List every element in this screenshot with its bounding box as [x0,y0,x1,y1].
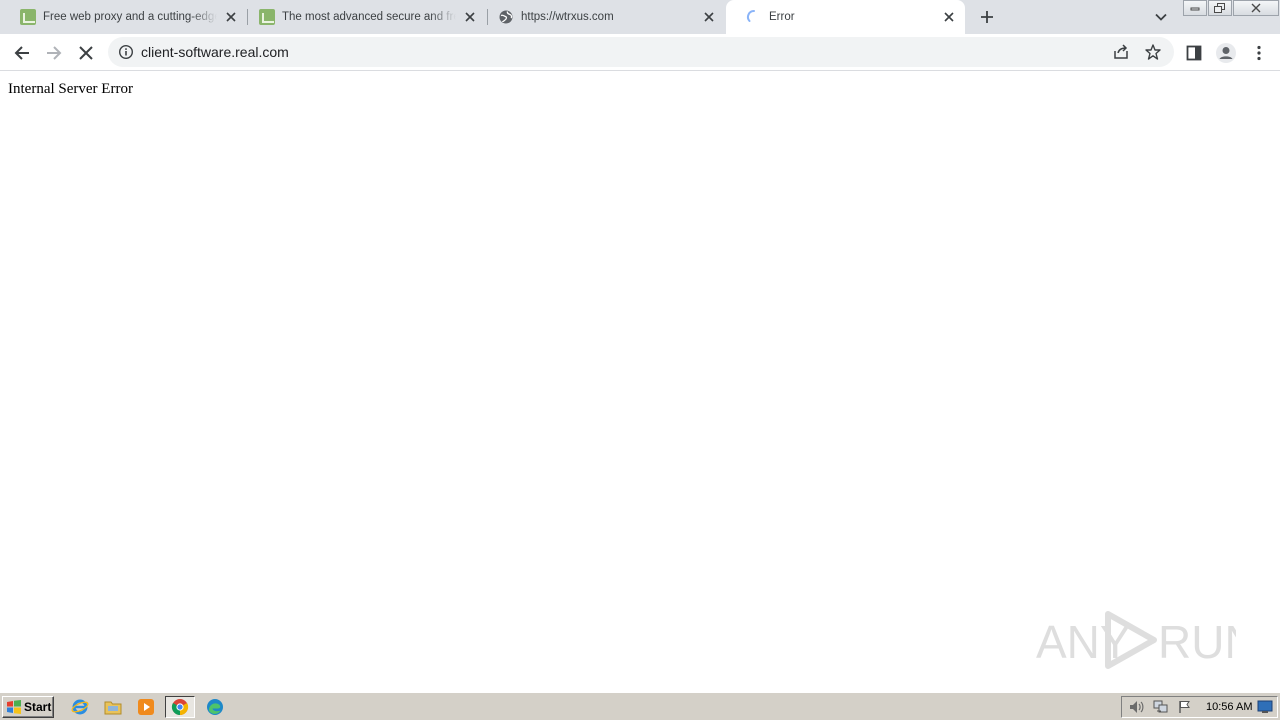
windows-taskbar: Start 10:56 AM [0,692,1280,720]
tab-title: Free web proxy and a cutting-edge online… [43,11,217,23]
file-explorer-icon[interactable] [102,697,124,717]
stop-loading-button[interactable] [73,40,99,66]
volume-icon[interactable] [1128,699,1146,715]
close-tab-icon[interactable] [223,9,239,25]
close-tab-icon[interactable] [701,9,717,25]
watermark-text-right: RUN [1158,616,1236,668]
taskbar-clock[interactable]: 10:56 AM [1206,701,1252,713]
show-desktop-icon[interactable] [1257,700,1273,714]
window-controls [1183,0,1280,17]
side-panel-button[interactable] [1181,40,1207,66]
tab-search-chevron-down-icon[interactable] [1152,8,1170,26]
new-tab-button[interactable] [976,6,998,28]
proxy-site-icon [20,9,36,25]
page-content: Internal Server Error ANY RUN [0,72,1280,692]
system-tray: 10:56 AM [1121,696,1278,718]
share-icon[interactable] [1112,43,1130,61]
start-label: Start [24,700,52,714]
action-center-flag-icon[interactable] [1176,699,1194,715]
anyrun-watermark: ANY RUN [1036,608,1258,672]
tab-proxy-2[interactable]: The most advanced secure and free web pr… [239,0,486,34]
close-tab-icon[interactable] [941,9,957,25]
back-button[interactable] [9,40,35,66]
tab-strip: Free web proxy and a cutting-edge online… [0,0,1280,34]
forward-button[interactable] [41,40,67,66]
edge-icon[interactable] [204,697,226,717]
close-window-button[interactable] [1233,0,1279,16]
windows-logo-icon [6,699,22,715]
address-bar[interactable]: client-software.real.com [108,37,1174,67]
error-message: Internal Server Error [8,81,133,97]
tab-title: Error [769,11,795,23]
menu-dots-icon[interactable] [1246,40,1272,66]
tab-wtrxus[interactable]: https://wtrxus.com [478,0,725,34]
restore-button[interactable] [1208,0,1232,16]
chrome-icon [171,699,189,716]
media-player-icon[interactable] [135,697,157,717]
network-icon[interactable] [1152,699,1170,715]
browser-toolbar: client-software.real.com [0,34,1280,71]
start-button[interactable]: Start [2,696,54,718]
globe-icon [498,9,514,25]
internet-explorer-icon[interactable] [69,697,91,717]
profile-avatar[interactable] [1213,40,1239,66]
address-url[interactable]: client-software.real.com [141,44,289,60]
close-tab-icon[interactable] [462,9,478,25]
tab-title: The most advanced secure and free web pr… [282,11,456,23]
loading-spinner-icon [746,9,762,25]
tab-proxy-1[interactable]: Free web proxy and a cutting-edge online… [0,0,247,34]
site-info-icon[interactable] [118,44,134,60]
proxy-site-icon [259,9,275,25]
bookmark-star-icon[interactable] [1144,43,1162,61]
tab-title: https://wtrxus.com [521,11,614,23]
chrome-taskbar-button[interactable] [165,696,195,718]
minimize-button[interactable] [1183,0,1207,16]
tab-error[interactable]: Error [726,0,965,34]
